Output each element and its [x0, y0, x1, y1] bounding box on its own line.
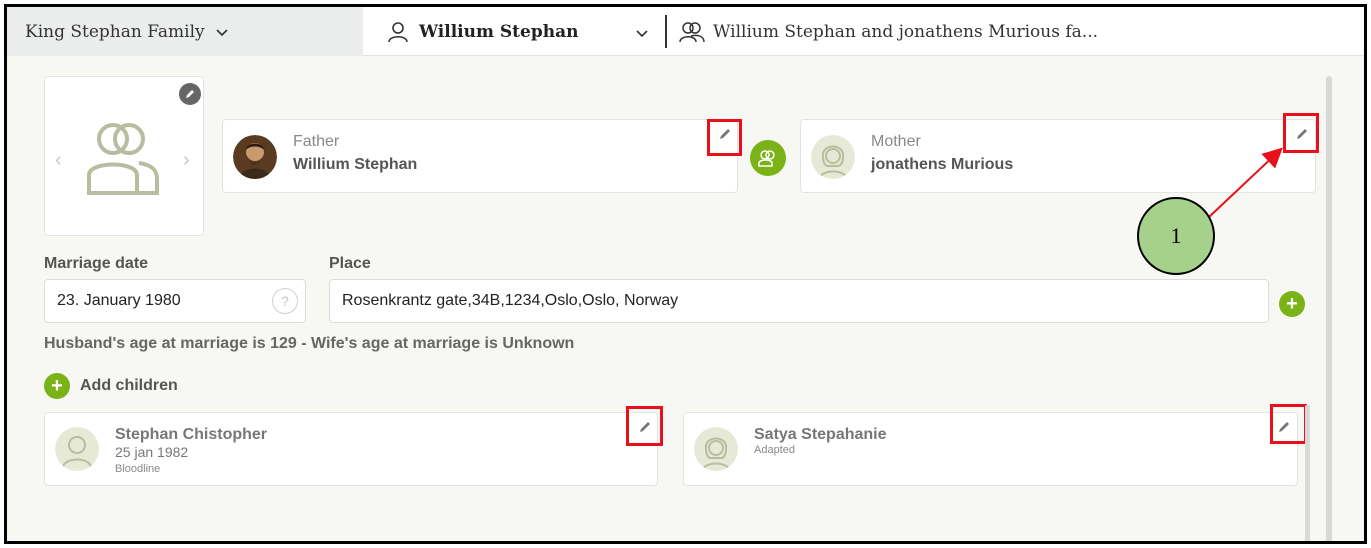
child-avatar [694, 427, 738, 471]
edit-photo-button[interactable] [179, 83, 201, 105]
person-tab[interactable]: Willium Stephan [387, 7, 578, 56]
highlight-box [626, 406, 663, 446]
add-place-button[interactable]: + [1279, 291, 1305, 317]
person-tab-label: Willium Stephan [419, 21, 579, 42]
father-role: Father [293, 133, 340, 150]
mother-role: Mother [871, 133, 921, 150]
couple-button[interactable] [750, 140, 786, 176]
child-birth-date: 25 jan 1982 [115, 444, 189, 460]
child-card[interactable]: Satya Stepahanie Adapted [683, 412, 1298, 486]
family-photo-card: ‹ › [44, 76, 204, 236]
child-card[interactable]: Stephan Chistopher 25 jan 1982 Bloodline [44, 412, 658, 486]
app-frame: King Stephan Family Willium Stephan Will… [4, 4, 1367, 544]
mother-name: jonathens Murious [871, 156, 1014, 173]
place-field[interactable]: Rosenkrantz gate,34B,1234,Oslo,Oslo, Nor… [329, 279, 1269, 323]
family-selector[interactable]: King Stephan Family [7, 7, 363, 56]
main-scrollbar[interactable] [1326, 76, 1332, 541]
mother-card[interactable]: Mother jonathens Murious [800, 119, 1316, 193]
family-placeholder-icon [87, 123, 159, 195]
highlight-box [707, 119, 742, 156]
top-bar: King Stephan Family Willium Stephan Will… [7, 7, 1364, 56]
chevron-down-icon [216, 28, 228, 36]
add-children-label: Add children [80, 377, 178, 394]
plus-icon: + [44, 373, 70, 399]
highlight-box [1283, 113, 1319, 153]
child-avatar [55, 427, 99, 471]
children-scrollbar[interactable] [1305, 405, 1310, 541]
mother-avatar [811, 135, 855, 179]
family-selector-label: King Stephan Family [25, 21, 205, 42]
couple-icon [758, 150, 775, 167]
father-avatar [233, 135, 277, 179]
help-icon[interactable]: ? [272, 288, 298, 314]
couple-icon [679, 21, 705, 42]
add-children-button[interactable]: + Add children [44, 373, 178, 399]
callout-number: 1 [1170, 223, 1182, 248]
next-photo-arrow[interactable]: › [183, 149, 190, 172]
father-card[interactable]: Father Willium Stephan [222, 119, 738, 193]
child-relation-tag: Adapted [754, 444, 795, 456]
child-name: Stephan Chistopher [115, 426, 268, 443]
marriage-date-field[interactable]: 23. January 1980 ? [44, 279, 306, 323]
tab-divider [665, 15, 667, 48]
person-icon [388, 21, 408, 42]
marriage-date-value: 23. January 1980 [57, 292, 181, 309]
highlight-box [1270, 404, 1307, 444]
annotation-callout: 1 [1137, 197, 1215, 275]
previous-photo-arrow[interactable]: ‹ [55, 149, 62, 172]
child-name: Satya Stepahanie [754, 426, 887, 443]
couple-tab-label: Willium Stephan and jonathens Murious fa… [713, 21, 1098, 42]
age-at-marriage-info: Husband's age at marriage is 129 - Wife'… [44, 335, 575, 352]
father-name: Willium Stephan [293, 156, 418, 173]
place-value: Rosenkrantz gate,34B,1234,Oslo,Oslo, Nor… [342, 292, 679, 309]
couple-tab[interactable]: Willium Stephan and jonathens Murious fa… [679, 7, 1098, 56]
marriage-date-label: Marriage date [44, 255, 149, 272]
child-relation-tag: Bloodline [115, 463, 161, 475]
chevron-down-icon[interactable] [635, 26, 649, 40]
pencil-icon [186, 90, 194, 98]
place-label: Place [329, 255, 371, 272]
